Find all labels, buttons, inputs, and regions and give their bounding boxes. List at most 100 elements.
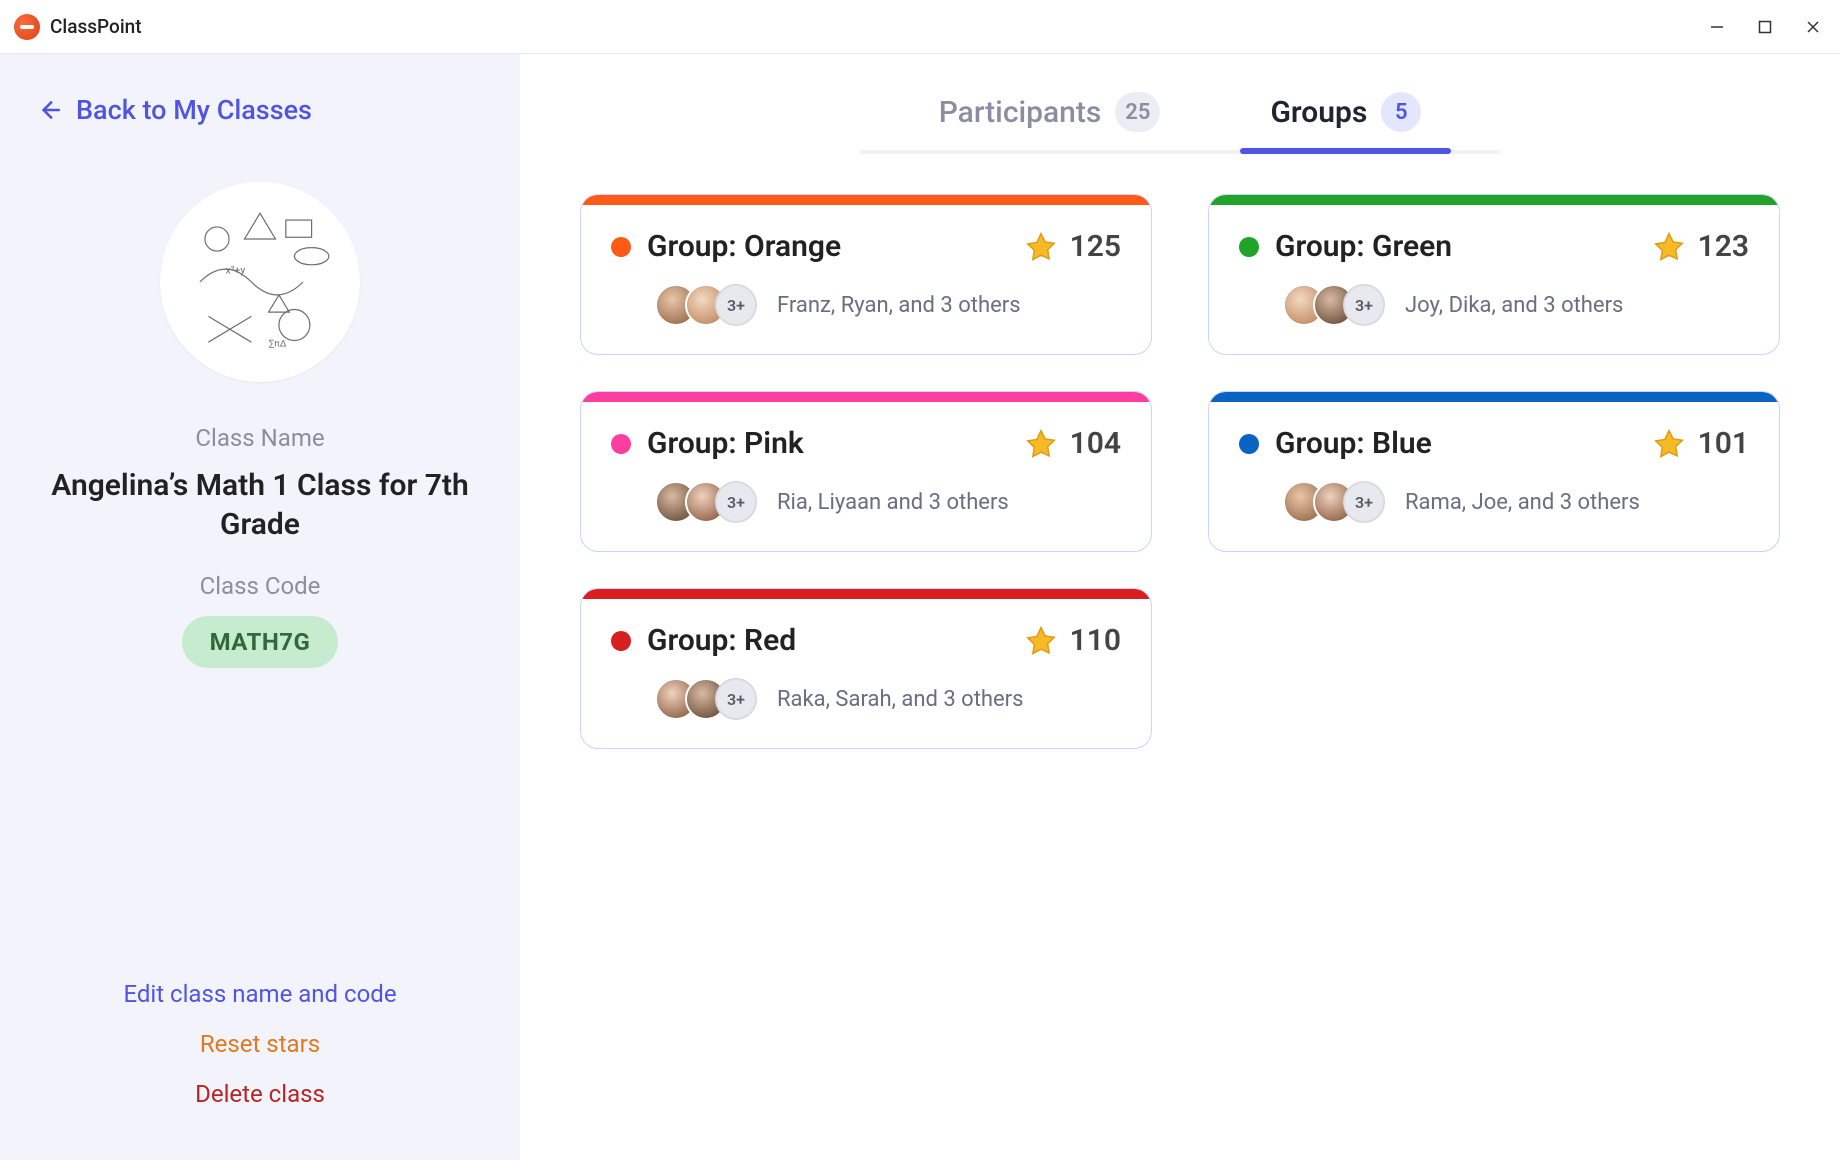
group-title: Group: Orange: [647, 229, 841, 264]
card-members-row: 3+ Franz, Ryan, and 3 others: [611, 284, 1121, 326]
star-icon: [1652, 427, 1686, 461]
close-button[interactable]: [1804, 18, 1822, 36]
group-title: Group: Green: [1275, 229, 1452, 264]
tab-groups-label: Groups: [1270, 95, 1367, 130]
avatar-more-badge: 3+: [715, 678, 757, 720]
back-to-classes-link[interactable]: Back to My Classes: [36, 94, 312, 126]
edit-class-link[interactable]: Edit class name and code: [123, 980, 396, 1008]
minimize-icon: [1709, 19, 1725, 35]
card-accent: [1209, 392, 1779, 402]
avatar-stack: 3+: [655, 481, 757, 523]
class-name-label: Class Name: [195, 424, 324, 452]
color-dot: [611, 631, 631, 651]
avatar-more-badge: 3+: [1343, 284, 1385, 326]
card-accent: [1209, 195, 1779, 205]
avatar-stack: 3+: [1283, 284, 1385, 326]
card-members-row: 3+ Joy, Dika, and 3 others: [1239, 284, 1749, 326]
tab-participants[interactable]: Participants 25: [939, 84, 1161, 150]
math-doodle-icon: x²+y ∑πΔ: [174, 196, 346, 368]
minimize-button[interactable]: [1708, 18, 1726, 36]
members-text: Ria, Liyaan and 3 others: [777, 490, 1009, 515]
points-value: 125: [1070, 229, 1121, 264]
card-accent: [581, 589, 1151, 599]
card-title-wrap: Group: Blue: [1239, 426, 1432, 461]
star-icon: [1024, 427, 1058, 461]
group-points: 101: [1652, 426, 1749, 461]
group-card-orange[interactable]: Group: Orange 125 3+ Franz,: [580, 194, 1152, 355]
color-dot: [1239, 237, 1259, 257]
window-controls: [1708, 18, 1822, 36]
avatar-more-badge: 3+: [715, 284, 757, 326]
members-text: Joy, Dika, and 3 others: [1405, 293, 1623, 318]
group-card-grid: Group: Orange 125 3+ Franz,: [580, 194, 1780, 749]
card-title-wrap: Group: Red: [611, 623, 796, 658]
app-title: ClassPoint: [50, 15, 142, 38]
group-title: Group: Blue: [1275, 426, 1432, 461]
card-head: Group: Orange 125: [611, 229, 1121, 264]
points-value: 110: [1070, 623, 1121, 658]
card-accent: [581, 392, 1151, 402]
svg-text:x²+y: x²+y: [226, 263, 246, 276]
avatar-stack: 3+: [655, 284, 757, 326]
svg-text:∑πΔ: ∑πΔ: [269, 339, 287, 350]
points-value: 104: [1070, 426, 1121, 461]
group-points: 125: [1024, 229, 1121, 264]
card-head: Group: Pink 104: [611, 426, 1121, 461]
members-text: Franz, Ryan, and 3 others: [777, 293, 1021, 318]
card-head: Group: Red 110: [611, 623, 1121, 658]
tab-participants-label: Participants: [939, 95, 1102, 130]
tab-groups[interactable]: Groups 5: [1270, 84, 1421, 150]
points-value: 101: [1698, 426, 1749, 461]
group-points: 110: [1024, 623, 1121, 658]
group-title: Group: Red: [647, 623, 796, 658]
card-accent: [581, 195, 1151, 205]
class-code-pill: MATH7G: [182, 616, 339, 668]
card-body: Group: Red 110 3+ Raka, Sara: [581, 599, 1151, 748]
card-head: Group: Blue 101: [1239, 426, 1749, 461]
group-card-red[interactable]: Group: Red 110 3+ Raka, Sara: [580, 588, 1152, 749]
color-dot: [1239, 434, 1259, 454]
card-title-wrap: Group: Orange: [611, 229, 841, 264]
delete-class-link[interactable]: Delete class: [195, 1080, 325, 1108]
maximize-button[interactable]: [1756, 18, 1774, 36]
group-card-blue[interactable]: Group: Blue 101 3+ Rama, Joe: [1208, 391, 1780, 552]
card-body: Group: Blue 101 3+ Rama, Joe: [1209, 402, 1779, 551]
star-icon: [1652, 230, 1686, 264]
back-label: Back to My Classes: [76, 94, 312, 126]
members-text: Raka, Sarah, and 3 others: [777, 687, 1024, 712]
avatar-stack: 3+: [1283, 481, 1385, 523]
avatar-more-badge: 3+: [1343, 481, 1385, 523]
card-title-wrap: Group: Pink: [611, 426, 804, 461]
card-head: Group: Green 123: [1239, 229, 1749, 264]
class-avatar: x²+y ∑πΔ: [160, 182, 360, 382]
arrow-left-icon: [36, 97, 62, 123]
class-code-label: Class Code: [200, 572, 321, 600]
app-icon: [14, 14, 40, 40]
tab-groups-count: 5: [1381, 92, 1421, 132]
maximize-icon: [1758, 20, 1772, 34]
group-points: 123: [1652, 229, 1749, 264]
card-body: Group: Pink 104 3+ Ria, Liya: [581, 402, 1151, 551]
sidebar-actions: Edit class name and code Reset stars Del…: [123, 980, 396, 1124]
group-card-pink[interactable]: Group: Pink 104 3+ Ria, Liya: [580, 391, 1152, 552]
group-card-green[interactable]: Group: Green 123 3+ Joy, Dik: [1208, 194, 1780, 355]
color-dot: [611, 237, 631, 257]
close-icon: [1805, 19, 1821, 35]
card-title-wrap: Group: Green: [1239, 229, 1452, 264]
app-body: Back to My Classes x²+y ∑πΔ: [0, 54, 1840, 1160]
avatar-stack: 3+: [655, 678, 757, 720]
star-icon: [1024, 624, 1058, 658]
reset-stars-link[interactable]: Reset stars: [200, 1030, 320, 1058]
members-text: Rama, Joe, and 3 others: [1405, 490, 1640, 515]
main-panel: Participants 25 Groups 5 Group: Orange: [520, 54, 1840, 1160]
tabs: Participants 25 Groups 5: [580, 84, 1780, 150]
color-dot: [611, 434, 631, 454]
card-members-row: 3+ Rama, Joe, and 3 others: [1239, 481, 1749, 523]
sidebar: Back to My Classes x²+y ∑πΔ: [0, 54, 520, 1160]
class-name-value: Angelina’s Math 1 Class for 7th Grade: [50, 466, 470, 544]
tab-participants-count: 25: [1115, 92, 1160, 132]
title-bar-left: ClassPoint: [14, 14, 142, 40]
star-icon: [1024, 230, 1058, 264]
card-members-row: 3+ Ria, Liyaan and 3 others: [611, 481, 1121, 523]
card-body: Group: Orange 125 3+ Franz,: [581, 205, 1151, 354]
